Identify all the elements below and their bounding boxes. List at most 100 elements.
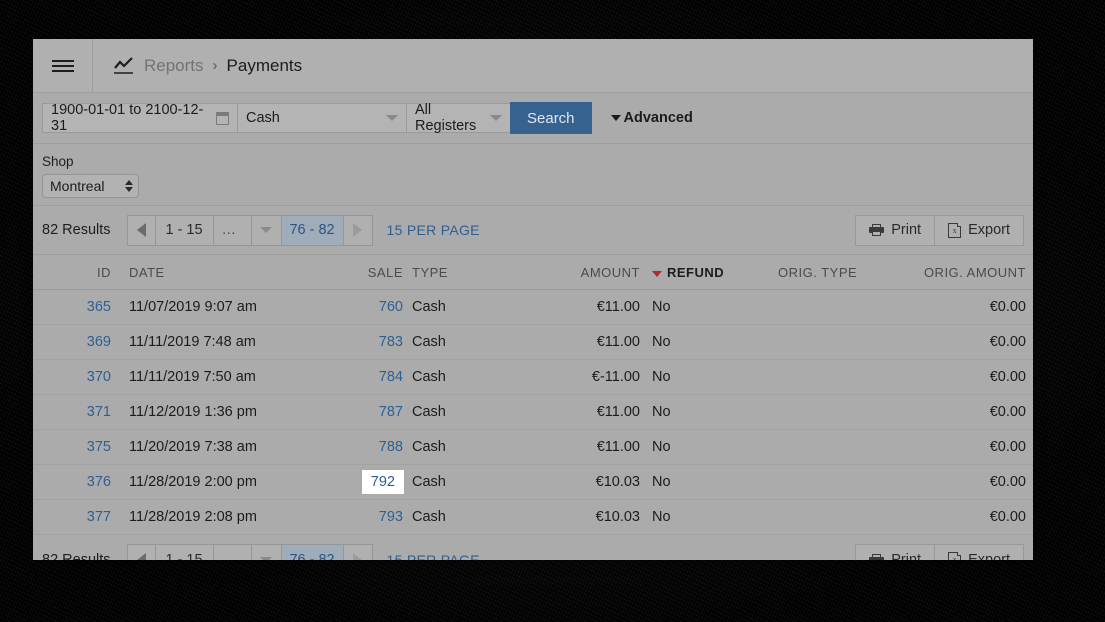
- cell-orig-type: [768, 499, 918, 535]
- cell-sale[interactable]: 792: [341, 464, 404, 500]
- cell-sale-value[interactable]: 792: [361, 470, 404, 494]
- cell-date-value: 11/07/2019 9:07 am: [129, 299, 257, 315]
- cell-id[interactable]: 376: [33, 464, 119, 500]
- shop-select[interactable]: Montreal: [42, 174, 139, 198]
- cell-sale[interactable]: 760: [341, 289, 403, 325]
- payment-type-select[interactable]: Cash: [237, 103, 407, 133]
- cell-sale-value[interactable]: 793: [379, 509, 403, 525]
- shop-label: Shop: [42, 154, 74, 169]
- per-page-link-top[interactable]: 15 PER PAGE: [387, 222, 480, 238]
- export-button-bottom[interactable]: x Export: [935, 545, 1023, 560]
- cell-type: Cash: [403, 499, 508, 535]
- results-count-bottom: 82 Results: [42, 551, 111, 561]
- calendar-icon[interactable]: [216, 111, 229, 125]
- column-header-orig-amount[interactable]: ORIG. AMOUNT: [918, 255, 1026, 290]
- search-button[interactable]: Search: [510, 102, 592, 134]
- date-range-input[interactable]: 1900-01-01 to 2100-12-31: [42, 102, 238, 134]
- register-select[interactable]: All Registers: [406, 102, 511, 134]
- cell-sale-value[interactable]: 787: [379, 404, 403, 420]
- cell-sale[interactable]: 787: [341, 394, 403, 430]
- spreadsheet-file-icon: x: [948, 222, 962, 238]
- cell-refund: No: [640, 464, 768, 500]
- cell-refund: No: [640, 429, 768, 465]
- pagination-bottom: 82 Results 1 - 15 … 76 - 82 15 PER PAGE …: [33, 535, 1033, 560]
- cell-orig-amount: €0.00: [918, 359, 1026, 395]
- pager-active-range-top[interactable]: 76 - 82: [281, 215, 344, 245]
- advanced-label: Advanced: [623, 110, 693, 126]
- cell-refund-value: No: [652, 369, 671, 385]
- pager-ellipsis-bottom[interactable]: …: [214, 545, 252, 560]
- cell-sale-value[interactable]: 783: [379, 334, 403, 350]
- pager-dropdown-bottom[interactable]: [252, 545, 282, 560]
- cell-id-value[interactable]: 377: [87, 509, 111, 525]
- cell-amount-value: €11.00: [596, 334, 640, 350]
- cell-id-value[interactable]: 369: [87, 334, 111, 350]
- cell-orig-amount-value: €0.00: [989, 369, 1026, 385]
- cell-id[interactable]: 369: [33, 324, 119, 360]
- cell-customer: [1026, 464, 1033, 500]
- column-header-id[interactable]: ID: [33, 255, 119, 290]
- export-label-bottom: Export: [968, 551, 1010, 561]
- spreadsheet-file-icon: x: [948, 552, 962, 560]
- table-row[interactable]: 376 11/28/2019 2:00 pm 792 Cash €10.03 No €0.0…: [33, 464, 1033, 500]
- cell-orig-amount: €0.00: [918, 289, 1026, 325]
- column-header-refund[interactable]: REFUND: [640, 255, 768, 290]
- table-row[interactable]: 377 11/28/2019 2:08 pm 793 Cash €10.03 No €0.0…: [33, 499, 1033, 535]
- cell-sale[interactable]: 793: [341, 499, 403, 535]
- cell-id-value[interactable]: 376: [87, 474, 111, 490]
- column-header-type[interactable]: TYPE: [403, 255, 508, 290]
- pager-dropdown-top[interactable]: [252, 215, 282, 245]
- cell-sale-value[interactable]: 788: [379, 439, 403, 455]
- cell-id[interactable]: 377: [33, 499, 119, 535]
- cell-id-value[interactable]: 371: [87, 404, 111, 420]
- pager-first-range-top[interactable]: 1 - 15: [156, 215, 214, 245]
- per-page-link-bottom[interactable]: 15 PER PAGE: [387, 552, 480, 561]
- column-header-date[interactable]: DATE: [119, 255, 341, 290]
- cell-sale[interactable]: 788: [341, 429, 403, 465]
- cell-sale-value[interactable]: 784: [379, 369, 403, 385]
- cell-date-value: 11/28/2019 2:00 pm: [129, 474, 257, 490]
- cell-date: 11/11/2019 7:50 am: [119, 359, 341, 395]
- pager-first-range-bottom[interactable]: 1 - 15: [156, 545, 214, 560]
- cell-id[interactable]: 371: [33, 394, 119, 430]
- cell-customer[interactable]: Jane Smith: [1026, 359, 1033, 395]
- pager-prev-button-top[interactable]: [128, 215, 156, 245]
- cell-orig-type: [768, 324, 918, 360]
- cell-id-value[interactable]: 365: [87, 299, 111, 315]
- column-header-orig-type[interactable]: ORIG. TYPE: [768, 255, 918, 290]
- breadcrumb-reports[interactable]: Reports: [144, 56, 204, 76]
- cell-type-value: Cash: [412, 474, 446, 490]
- cell-id-value[interactable]: 375: [87, 439, 111, 455]
- table-row[interactable]: 369 11/11/2019 7:48 am 783 Cash €11.00 No €0.0…: [33, 324, 1033, 360]
- cell-date: 11/11/2019 7:48 am: [119, 324, 341, 360]
- chevron-down-icon: [386, 115, 398, 121]
- cell-id[interactable]: 365: [33, 289, 119, 325]
- cell-id[interactable]: 375: [33, 429, 119, 465]
- cell-sale[interactable]: 784: [341, 359, 403, 395]
- table-row[interactable]: 371 11/12/2019 1:36 pm 787 Cash €11.00 No €0.0…: [33, 394, 1033, 430]
- cell-amount-value: €10.03: [595, 474, 640, 490]
- cell-sale-value[interactable]: 760: [379, 299, 403, 315]
- pager-ellipsis-top[interactable]: …: [214, 215, 252, 245]
- table-row[interactable]: 365 11/07/2019 9:07 am 760 Cash €11.00 No €0.0…: [33, 289, 1033, 325]
- breadcrumb-payments: Payments: [226, 55, 303, 75]
- pager-prev-button-bottom[interactable]: [128, 545, 156, 560]
- cell-amount-value: €11.00: [596, 299, 640, 315]
- column-header-customer[interactable]: CUSTOMER: [1026, 255, 1033, 290]
- triangle-right-icon: [353, 552, 363, 560]
- cell-id[interactable]: 370: [33, 359, 119, 395]
- pager-active-range-bottom[interactable]: 76 - 82: [281, 545, 344, 560]
- column-header-sale[interactable]: SALE: [341, 255, 403, 290]
- cell-id-value[interactable]: 370: [87, 369, 111, 385]
- triangle-left-icon: [136, 552, 146, 560]
- cell-customer[interactable]: Jane Smith: [1026, 324, 1033, 360]
- advanced-toggle[interactable]: Advanced: [610, 110, 693, 126]
- column-header-amount[interactable]: AMOUNT: [508, 255, 640, 290]
- table-row[interactable]: 375 11/20/2019 7:38 am 788 Cash €11.00 No €0.0…: [33, 429, 1033, 465]
- print-button-bottom[interactable]: Print: [856, 545, 936, 560]
- export-button-top[interactable]: x Export: [935, 216, 1023, 245]
- hamburger-menu-icon[interactable]: [33, 39, 93, 92]
- cell-sale[interactable]: 783: [341, 324, 403, 360]
- print-button-top[interactable]: Print: [856, 215, 936, 245]
- table-row[interactable]: 370 11/11/2019 7:50 am 784 Cash €-11.00 No €0.…: [33, 359, 1033, 395]
